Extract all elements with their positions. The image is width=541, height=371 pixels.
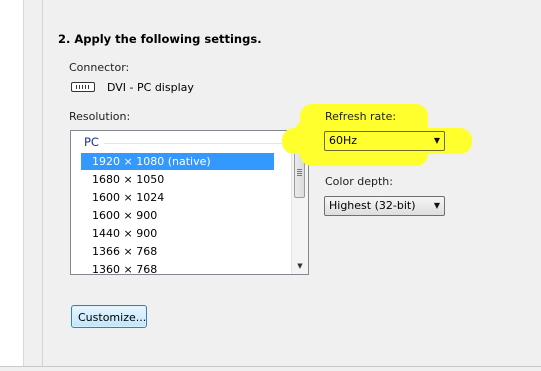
resolution-item[interactable]: 1920 × 1080 (native): [81, 153, 274, 170]
resolution-listbox[interactable]: PC 1920 × 1080 (native) 1680 × 1050 1600…: [70, 130, 309, 275]
grip-icon: [297, 169, 302, 176]
pane-gap: [24, 0, 42, 370]
resolution-item[interactable]: 1680 × 1050: [81, 171, 274, 188]
connector-label: Connector:: [69, 61, 130, 74]
resolution-item[interactable]: 1600 × 1024: [81, 189, 274, 206]
refresh-rate-label: Refresh rate:: [325, 110, 397, 123]
refresh-highlight-left: [296, 122, 320, 150]
resolution-item[interactable]: 1360 × 768: [81, 261, 274, 274]
resolution-item[interactable]: 1366 × 768: [81, 243, 274, 260]
color-depth-label: Color depth:: [325, 175, 393, 188]
panel-bottom-border: [0, 366, 541, 371]
chevron-down-icon: ▼: [433, 201, 440, 210]
customize-button[interactable]: Customize...: [71, 305, 147, 328]
resolution-group-header: PC: [84, 135, 99, 149]
refresh-rate-dropdown[interactable]: 60Hz ▼: [324, 131, 445, 151]
left-navigation-pane: [0, 0, 24, 370]
color-depth-value: Highest (32-bit): [329, 199, 416, 212]
connector-value: DVI - PC display: [107, 81, 194, 94]
color-depth-dropdown[interactable]: Highest (32-bit) ▼: [324, 196, 445, 216]
chevron-down-icon: ▼: [433, 136, 440, 145]
dvi-connector-icon: [71, 82, 95, 92]
refresh-rate-value: 60Hz: [329, 134, 358, 147]
resolution-item[interactable]: 1600 × 900: [81, 207, 274, 224]
group-divider: [104, 143, 290, 144]
resolution-label: Resolution:: [69, 110, 131, 123]
section-heading: 2. Apply the following settings.: [58, 32, 262, 46]
resolution-item[interactable]: 1440 × 900: [81, 225, 274, 242]
scroll-down-icon[interactable]: ▼: [292, 258, 308, 274]
